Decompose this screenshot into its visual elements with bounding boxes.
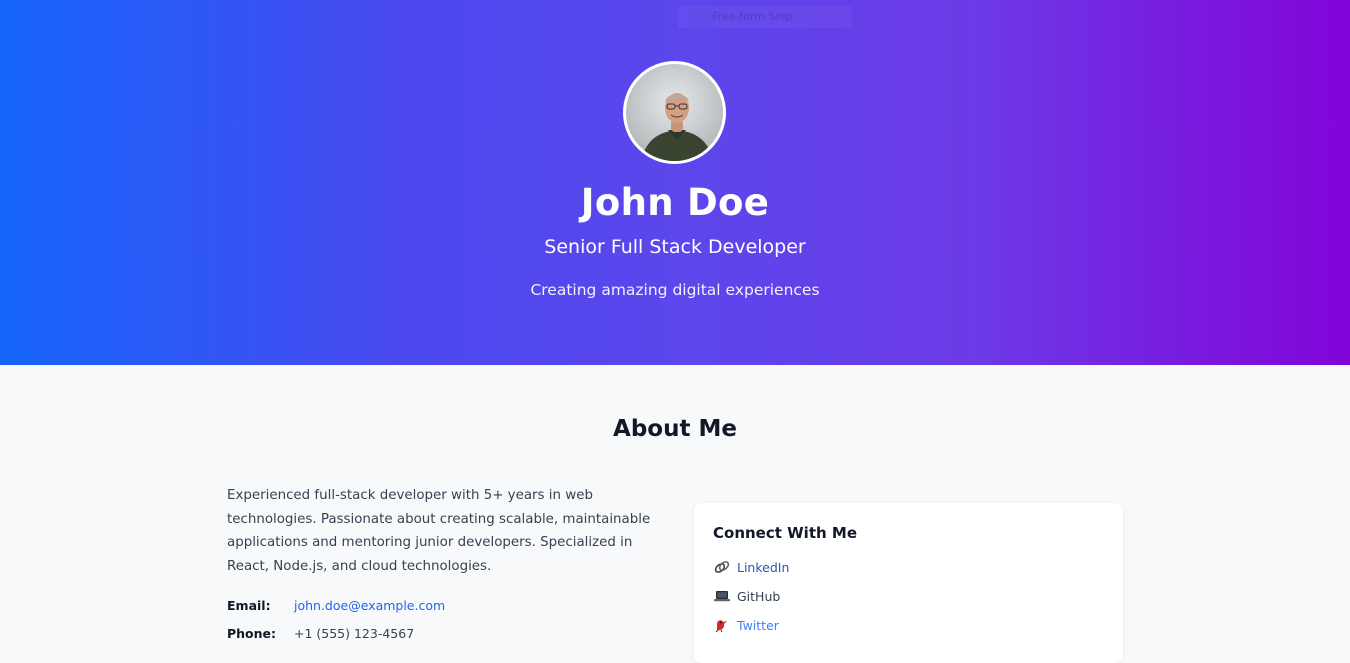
profile-name: John Doe [580, 181, 770, 224]
avatar [623, 61, 726, 164]
profile-role: Senior Full Stack Developer [544, 236, 806, 258]
linkedin-link[interactable]: LinkedIn [713, 559, 789, 575]
person-photo-icon [641, 93, 714, 161]
email-link[interactable]: john.doe@example.com [294, 598, 445, 613]
github-label: GitHub [737, 588, 781, 604]
phone-row: Phone: +1 (555) 123-4567 [227, 626, 414, 641]
email-label: Email: [227, 598, 271, 613]
phone-value: +1 (555) 123-4567 [293, 626, 415, 641]
linkedin-icon [713, 559, 731, 575]
hero-banner: Free-form Snip John Doe Senior Full Stac… [0, 0, 1350, 365]
github-link[interactable]: GitHub [713, 588, 780, 604]
snip-watermark: Free-form Snip [678, 6, 852, 28]
linkedin-label: LinkedIn [737, 559, 790, 575]
twitter-link[interactable]: Twitter [713, 617, 779, 633]
connect-title: Connect With Me [713, 524, 857, 542]
about-heading: About Me [613, 416, 737, 442]
about-bio: Experienced full-stack developer with 5+… [227, 488, 651, 574]
connect-card: Connect With Me LinkedIn GitHub Twitter [694, 503, 1123, 663]
laptop-icon [713, 588, 731, 604]
email-row: Email: john.doe@example.com [227, 598, 445, 613]
bird-icon [713, 617, 731, 633]
phone-label: Phone: [227, 626, 277, 641]
twitter-label: Twitter [737, 617, 779, 633]
profile-tagline: Creating amazing digital experiences [530, 281, 820, 299]
